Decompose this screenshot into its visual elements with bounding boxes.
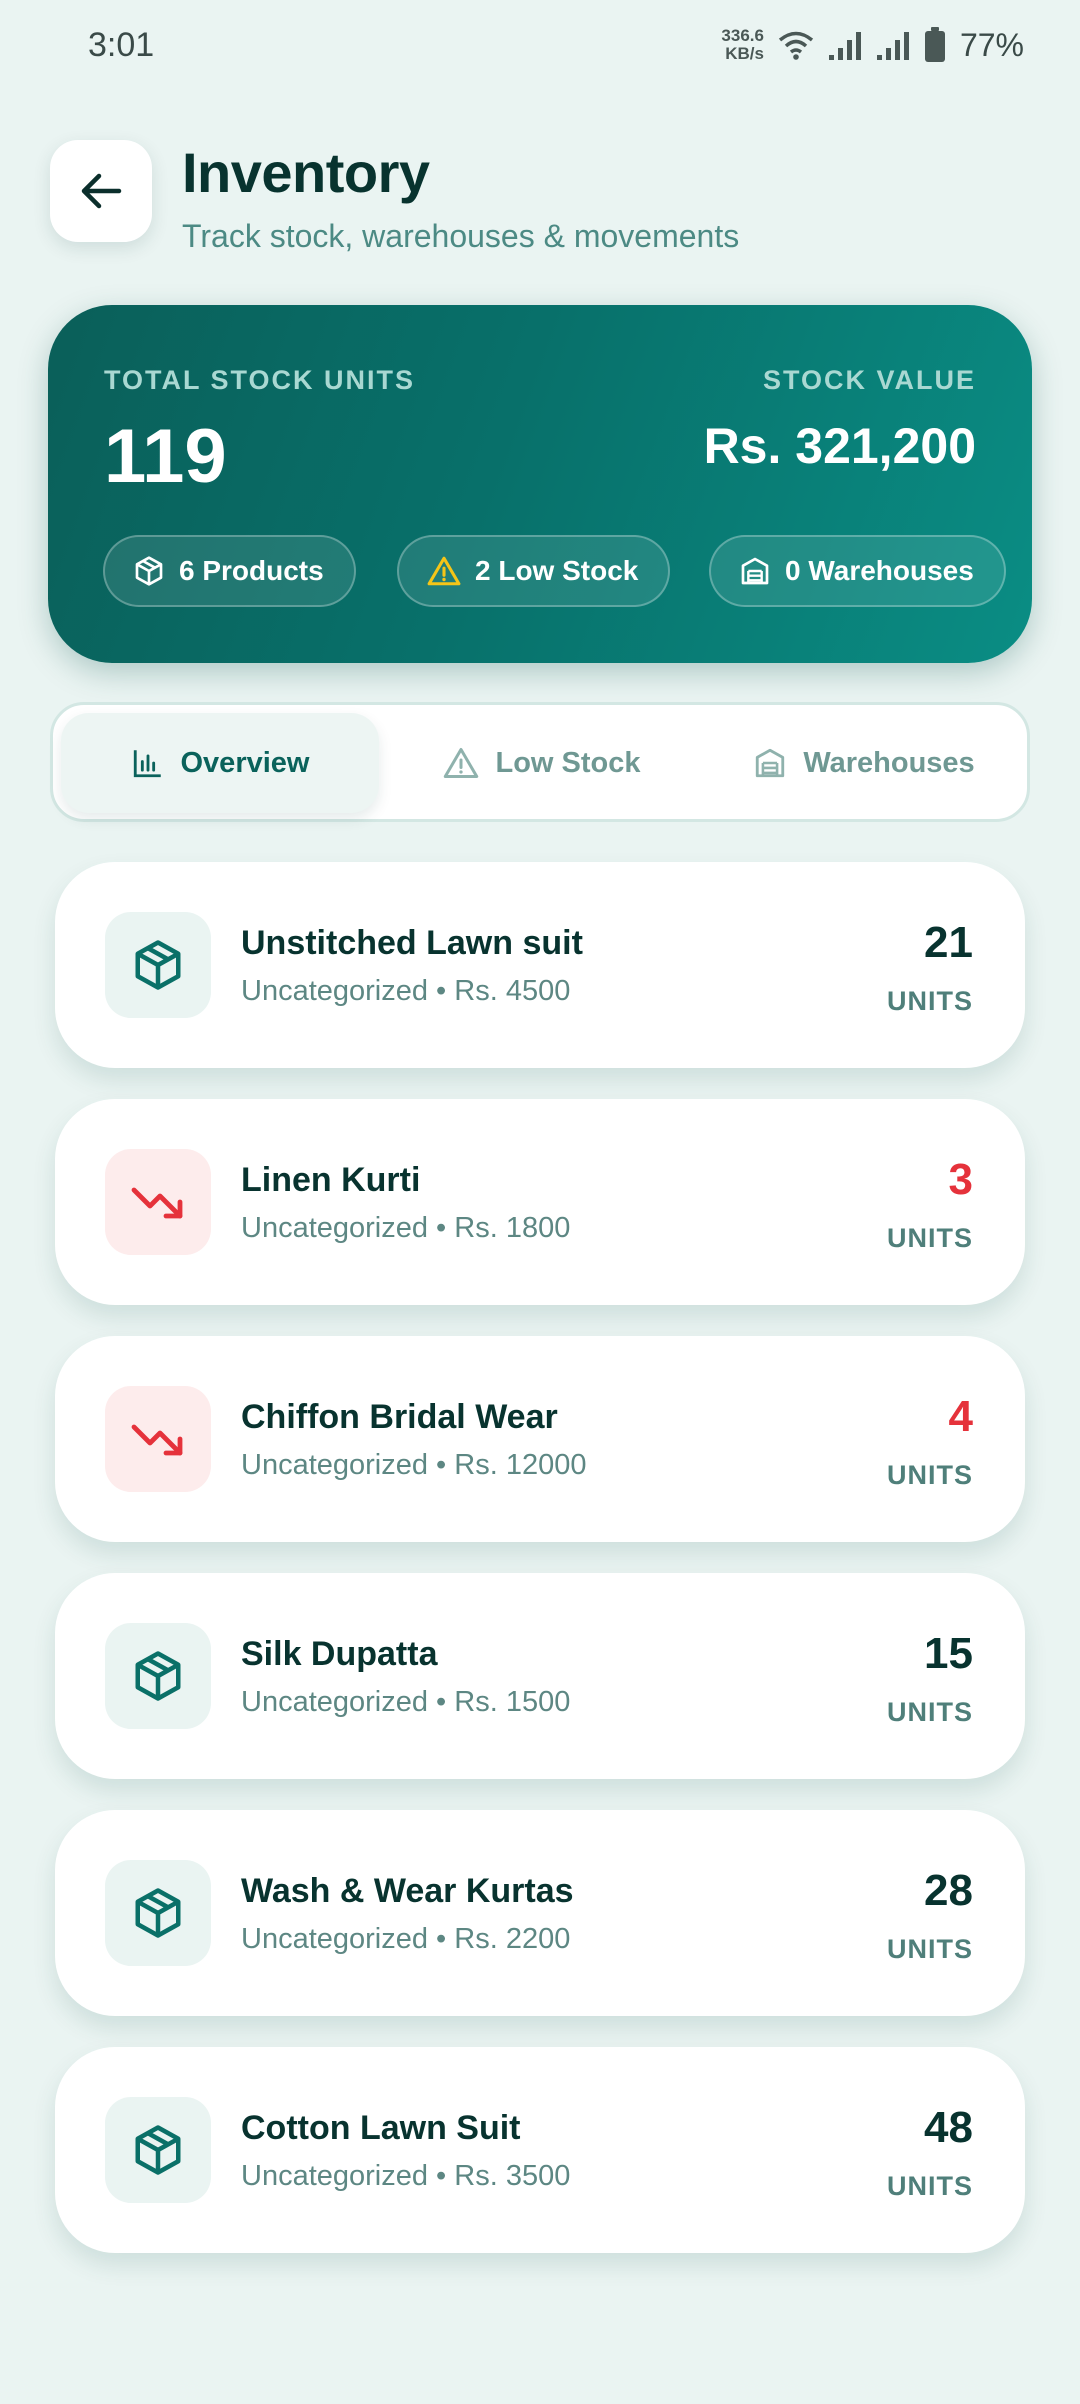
- page-title: Inventory: [182, 141, 430, 204]
- status-time: 3:01: [88, 25, 155, 64]
- stock-value: Rs. 321,200: [703, 418, 976, 474]
- box-icon: [135, 556, 163, 586]
- bar-chart-icon: [133, 750, 161, 778]
- product-meta: Uncategorized • Rs. 1800: [241, 1212, 571, 1244]
- product-name: Unstitched Lawn suit: [241, 924, 583, 962]
- product-name: Wash & Wear Kurtas: [241, 1872, 574, 1910]
- product-unit: UNITS: [887, 2171, 973, 2201]
- wifi-icon: [778, 29, 814, 61]
- network-speed: 336.6 KB/s: [721, 26, 764, 63]
- product-name: Cotton Lawn Suit: [241, 2109, 521, 2147]
- product-card[interactable]: Linen Kurti Uncategorized • Rs. 1800 3 U…: [55, 1099, 1025, 1305]
- product-quantity: 48: [924, 2103, 973, 2152]
- product-meta: Uncategorized • Rs. 12000: [241, 1449, 587, 1481]
- page-header: Inventory Track stock, warehouses & move…: [50, 140, 1030, 260]
- product-card[interactable]: Chiffon Bridal Wear Uncategorized • Rs. …: [55, 1336, 1025, 1542]
- trending-down-icon: [131, 1187, 183, 1219]
- tab-warehouses[interactable]: Warehouses: [705, 713, 1023, 813]
- tab-overview[interactable]: Overview: [61, 713, 379, 813]
- total-units-value: 119: [104, 414, 227, 499]
- battery-percent: 77%: [959, 26, 1024, 63]
- product-meta: Uncategorized • Rs. 1500: [241, 1686, 571, 1718]
- warehouse-icon: [741, 557, 769, 585]
- tab-low-stock[interactable]: Low Stock: [383, 713, 701, 813]
- status-icons: 336.6 KB/s 77%: [721, 27, 1024, 64]
- warehouses-chip-label: 0 Warehouses: [785, 555, 974, 586]
- product-meta: Uncategorized • Rs. 2200: [241, 1923, 571, 1955]
- box-icon: [135, 1888, 181, 1938]
- stock-value-label: STOCK VALUE: [762, 365, 976, 395]
- product-unit: UNITS: [887, 1934, 973, 1964]
- product-quantity: 15: [924, 1629, 973, 1678]
- products-chip[interactable]: 6 Products: [103, 535, 356, 607]
- warning-icon: [444, 748, 479, 778]
- product-unit: UNITS: [887, 986, 973, 1016]
- product-icon: [105, 1623, 211, 1729]
- warehouse-icon: [756, 748, 785, 778]
- product-icon: [105, 1860, 211, 1966]
- product-meta: Uncategorized • Rs. 3500: [241, 2160, 571, 2192]
- box-icon: [135, 940, 181, 990]
- signal-icon-2: [876, 29, 910, 61]
- product-name: Linen Kurti: [241, 1161, 421, 1199]
- product-card[interactable]: Cotton Lawn Suit Uncategorized • Rs. 350…: [55, 2047, 1025, 2253]
- page-subtitle: Track stock, warehouses & movements: [182, 218, 740, 254]
- product-card[interactable]: Wash & Wear Kurtas Uncategorized • Rs. 2…: [55, 1810, 1025, 2016]
- product-quantity: 3: [948, 1155, 973, 1204]
- warning-icon: [427, 556, 461, 586]
- product-unit: UNITS: [887, 1460, 973, 1490]
- product-unit: UNITS: [887, 1697, 973, 1727]
- product-icon: [105, 2097, 211, 2203]
- product-unit: UNITS: [887, 1223, 973, 1253]
- product-card[interactable]: Silk Dupatta Uncategorized • Rs. 1500 15…: [55, 1573, 1025, 1779]
- product-icon: [105, 1149, 211, 1255]
- low-stock-chip[interactable]: 2 Low Stock: [397, 535, 671, 607]
- product-quantity: 28: [924, 1866, 973, 1915]
- product-icon: [105, 912, 211, 1018]
- product-icon: [105, 1386, 211, 1492]
- low-stock-chip-label: 2 Low Stock: [475, 555, 639, 586]
- product-card[interactable]: Unstitched Lawn suit Uncategorized • Rs.…: [55, 862, 1025, 1068]
- stock-summary-card: TOTAL STOCK UNITS STOCK VALUE 119 Rs. 32…: [48, 305, 1032, 663]
- product-list: Unstitched Lawn suit Uncategorized • Rs.…: [55, 862, 1025, 2284]
- box-icon: [135, 1651, 181, 1701]
- box-icon: [135, 2125, 181, 2175]
- status-bar: 3:01 336.6 KB/s 77%: [0, 0, 1080, 90]
- back-button[interactable]: [50, 140, 152, 242]
- product-meta: Uncategorized • Rs. 4500: [241, 975, 571, 1007]
- battery-icon: [924, 27, 946, 63]
- product-quantity: 21: [924, 918, 973, 967]
- products-chip-label: 6 Products: [179, 555, 324, 586]
- product-name: Silk Dupatta: [241, 1635, 438, 1673]
- total-units-label: TOTAL STOCK UNITS: [104, 365, 416, 395]
- trending-down-icon: [131, 1424, 183, 1456]
- inventory-tabs: Overview Low Stock Warehouses: [50, 702, 1030, 822]
- warehouses-chip[interactable]: 0 Warehouses: [709, 535, 1006, 607]
- product-name: Chiffon Bridal Wear: [241, 1398, 558, 1436]
- arrow-left-icon: [81, 173, 122, 209]
- product-quantity: 4: [948, 1392, 973, 1441]
- signal-icon-1: [828, 29, 862, 61]
- header-text: Inventory Track stock, warehouses & move…: [182, 140, 739, 255]
